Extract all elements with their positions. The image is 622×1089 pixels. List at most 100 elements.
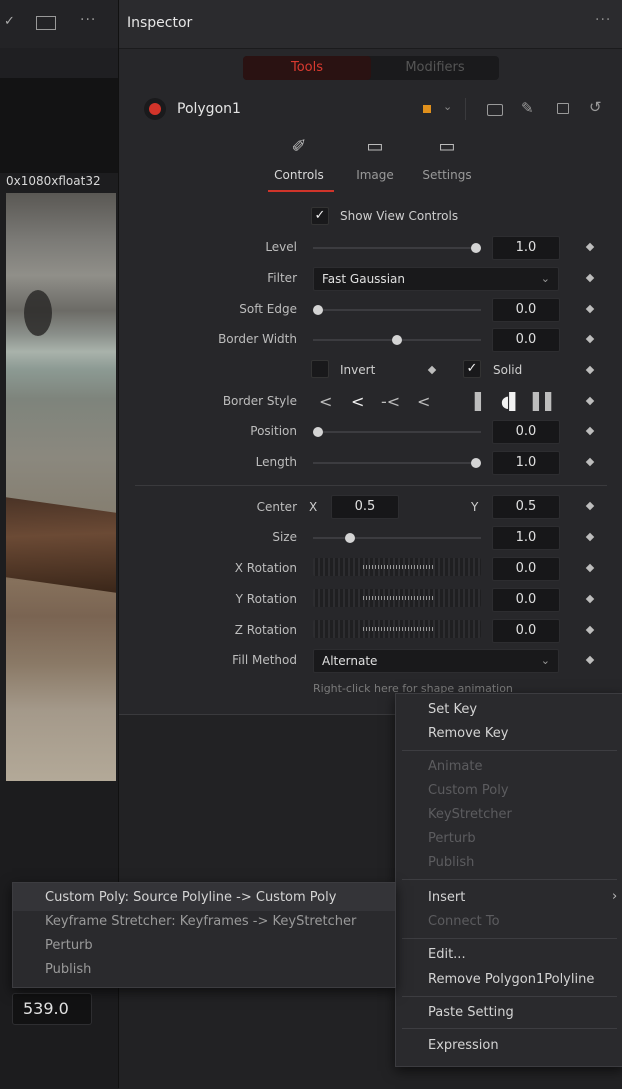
border-style-bevel-icon[interactable]: < — [319, 392, 332, 411]
soft-edge-keyframe-icon[interactable] — [585, 304, 595, 314]
viewer-layout-icon[interactable] — [36, 16, 56, 30]
position-keyframe-icon[interactable] — [585, 426, 595, 436]
node-color-swatch[interactable] — [423, 105, 431, 113]
show-view-controls-checkbox[interactable]: ✓ — [311, 207, 329, 225]
level-field[interactable]: 1.0 — [492, 236, 560, 260]
checkmark-icon[interactable]: ✓ — [4, 14, 15, 29]
viewer-image[interactable] — [6, 193, 116, 781]
reset-icon[interactable]: ↺ — [589, 98, 602, 116]
border-width-label: Border Width — [218, 332, 297, 346]
submenu-item-keyframe-stretcher[interactable]: Keyframe Stretcher: Keyframes -> KeyStre… — [45, 914, 356, 929]
viewer-resolution: 0x1080xfloat32 — [6, 174, 101, 188]
pin-icon[interactable]: ✎ — [521, 99, 534, 117]
z-rotation-field[interactable]: 0.0 — [492, 619, 560, 643]
menu-separator — [402, 879, 617, 880]
menu-item-expression[interactable]: Expression — [428, 1038, 499, 1053]
filter-dropdown[interactable]: Fast Gaussian ⌄ — [313, 267, 559, 291]
submenu-item-perturb[interactable]: Perturb — [45, 938, 93, 953]
cap-square-icon[interactable]: ▌▌ — [533, 392, 558, 411]
menu-item-perturb: Perturb — [428, 831, 476, 846]
version-icon[interactable] — [487, 104, 503, 116]
length-slider-knob[interactable] — [471, 458, 481, 468]
active-tab-underline — [268, 190, 334, 192]
invert-checkbox[interactable] — [311, 360, 329, 378]
border-style-round-icon[interactable]: < — [351, 392, 364, 411]
size-field[interactable]: 1.0 — [492, 526, 560, 550]
x-rotation-dial[interactable] — [313, 558, 481, 576]
dial-center-marks — [363, 596, 433, 600]
submenu-item-custom-poly[interactable]: Custom Poly: Source Polyline -> Custom P… — [45, 890, 336, 905]
filter-keyframe-icon[interactable] — [585, 273, 595, 283]
y-rotation-keyframe-icon[interactable] — [585, 594, 595, 604]
divider — [465, 98, 466, 120]
position-slider-knob[interactable] — [313, 427, 323, 437]
border-width-keyframe-icon[interactable] — [585, 334, 595, 344]
settings-tab-icon: ▭ — [438, 136, 456, 157]
x-rotation-field[interactable]: 0.0 — [492, 557, 560, 581]
soft-edge-field[interactable]: 0.0 — [492, 298, 560, 322]
border-width-slider[interactable] — [313, 335, 481, 345]
border-width-slider-knob[interactable] — [392, 335, 402, 345]
viewer-subbar — [0, 48, 118, 78]
center-keyframe-icon[interactable] — [585, 501, 595, 511]
fill-method-keyframe-icon[interactable] — [585, 655, 595, 665]
size-slider-knob[interactable] — [344, 533, 355, 543]
section-divider — [135, 485, 607, 486]
viewer-menu-icon[interactable]: ··· — [80, 12, 96, 28]
position-slider[interactable] — [313, 427, 481, 437]
level-slider[interactable] — [313, 243, 481, 253]
menu-item-remove-polyline[interactable]: Remove Polygon1Polyline — [428, 972, 594, 987]
menu-item-set-key[interactable]: Set Key — [428, 702, 477, 717]
fill-method-dropdown[interactable]: Alternate ⌄ — [313, 649, 559, 673]
border-style-thin-icon[interactable]: < — [417, 392, 430, 411]
cap-round-icon[interactable]: ◖▌ — [501, 392, 522, 411]
tab-image[interactable]: ▭ Image — [345, 136, 405, 182]
center-y-field[interactable]: 0.5 — [492, 495, 560, 519]
inspector-menu-icon[interactable]: ··· — [595, 12, 611, 28]
x-rotation-keyframe-icon[interactable] — [585, 563, 595, 573]
size-keyframe-icon[interactable] — [585, 532, 595, 542]
menu-item-remove-key[interactable]: Remove Key — [428, 726, 508, 741]
submenu-item-publish[interactable]: Publish — [45, 962, 91, 977]
z-rotation-dial[interactable] — [313, 620, 481, 638]
soft-edge-slider-knob[interactable] — [313, 305, 323, 315]
y-rotation-field[interactable]: 0.0 — [492, 588, 560, 612]
length-field[interactable]: 1.0 — [492, 451, 560, 475]
soft-edge-slider[interactable] — [313, 305, 481, 315]
level-slider-knob[interactable] — [471, 243, 481, 253]
dial-center-marks — [363, 565, 433, 569]
z-rotation-keyframe-icon[interactable] — [585, 625, 595, 635]
solid-keyframe-icon[interactable] — [585, 365, 595, 375]
menu-separator — [402, 996, 617, 997]
y-rotation-label: Y Rotation — [235, 592, 297, 606]
menu-item-paste-setting[interactable]: Paste Setting — [428, 1005, 514, 1020]
tab-settings[interactable]: ▭ Settings — [417, 136, 477, 182]
border-width-field[interactable]: 0.0 — [492, 328, 560, 352]
position-field[interactable]: 0.0 — [492, 420, 560, 444]
insert-submenu: Custom Poly: Source Polyline -> Custom P… — [12, 882, 396, 988]
tab-controls[interactable]: ✐ Controls — [269, 136, 329, 182]
level-keyframe-icon[interactable] — [585, 242, 595, 252]
solid-checkbox[interactable]: ✓ — [463, 360, 481, 378]
viewer-value-field[interactable]: 539.0 — [12, 993, 92, 1025]
lock-icon[interactable] — [557, 103, 569, 114]
border-style-miter-icon[interactable]: -< — [381, 392, 400, 411]
center-x-field[interactable]: 0.5 — [331, 495, 399, 519]
y-rotation-dial[interactable] — [313, 589, 481, 607]
length-keyframe-icon[interactable] — [585, 457, 595, 467]
invert-keyframe-icon[interactable] — [427, 365, 437, 375]
menu-item-edit[interactable]: Edit... — [428, 947, 466, 962]
tab-tools[interactable]: Tools — [243, 56, 371, 80]
border-style-keyframe-icon[interactable] — [585, 396, 595, 406]
viewer-toolbar: ✓ ··· — [0, 0, 118, 49]
menu-item-animate: Animate — [428, 759, 483, 774]
chevron-down-icon[interactable]: ⌄ — [443, 100, 452, 113]
filter-label: Filter — [267, 271, 297, 285]
node-enable-icon[interactable] — [149, 103, 161, 115]
cap-flat-icon[interactable]: ▌ — [475, 392, 487, 411]
tools-modifiers-switch: Tools Modifiers — [243, 56, 499, 80]
size-slider[interactable] — [313, 533, 481, 543]
tab-modifiers[interactable]: Modifiers — [371, 56, 499, 80]
length-slider[interactable] — [313, 458, 481, 468]
menu-item-insert[interactable]: Insert — [428, 890, 465, 905]
